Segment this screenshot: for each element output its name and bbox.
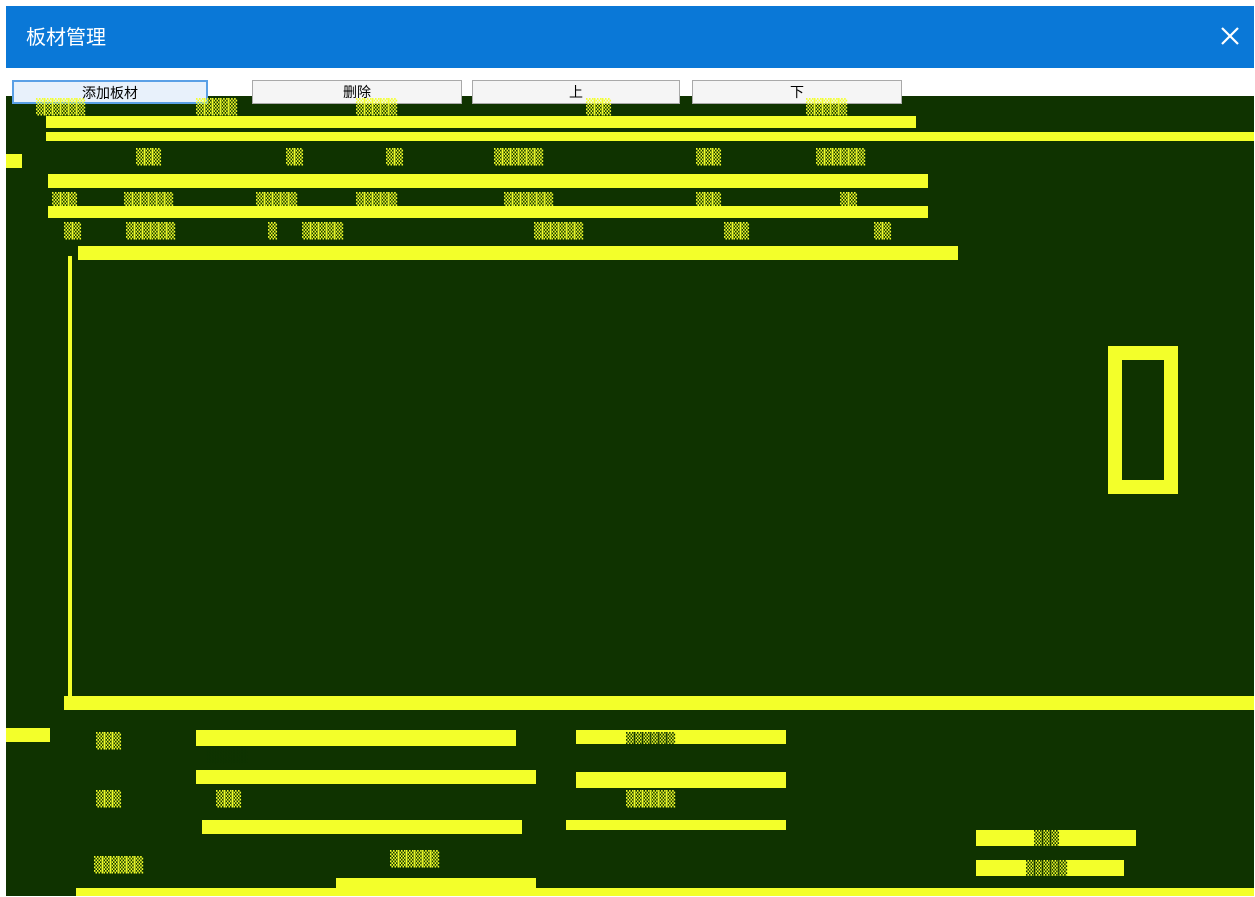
text-input[interactable] (566, 820, 786, 830)
table-header-rule (46, 132, 1254, 141)
scrollbar-left (1108, 346, 1122, 494)
row-band (78, 246, 958, 260)
field-value: ▒▒▒▒▒▒ (626, 732, 675, 750)
table-cell: ▒▒ (286, 148, 303, 166)
field-value: ▒▒▒ (216, 790, 241, 808)
header-glyph: ▒▒▒▒▒▒ (36, 98, 85, 116)
table-cell: ▒▒ (874, 222, 891, 240)
vertical-scrollbar[interactable] (1108, 346, 1178, 494)
header-glyph: ▒▒▒▒▒ (356, 98, 397, 116)
table-cell: ▒▒▒ (724, 222, 749, 240)
table-cell: ▒▒ (386, 148, 403, 166)
text-input[interactable] (196, 730, 516, 746)
board-table[interactable]: ▒▒▒▒▒▒ ▒▒▒▒▒ ▒▒▒▒▒ ▒▒▒ ▒▒▒▒▒ ▒▒▒ ▒▒ ▒▒ ▒… (6, 96, 1254, 716)
header-glyph: ▒▒▒▒▒ (196, 98, 237, 116)
edit-panel: ▒▒▒ ▒▒▒▒▒ ▒▒▒▒▒▒ ▒▒▒ ▒▒▒ ▒▒▒▒▒▒ ▒▒▒▒▒▒ ▒… (6, 710, 1254, 896)
text-input[interactable] (202, 820, 522, 834)
table-header-band (46, 116, 916, 128)
close-icon (1221, 27, 1239, 45)
panel-bottom-rule (76, 888, 1254, 896)
ok-button-label: ▒▒▒ (1034, 830, 1059, 848)
table-cell: ▒▒ (64, 222, 81, 240)
table-cell: ▒ (268, 222, 277, 240)
field-label: ▒▒▒ (96, 732, 121, 750)
text-input[interactable] (576, 772, 786, 788)
text-input[interactable] (576, 730, 786, 744)
table-cell: ▒▒▒▒▒ (302, 222, 343, 240)
scrollbar-bottom (1108, 480, 1178, 494)
row-band (48, 174, 928, 188)
header-glyph: ▒▒▒ (586, 98, 611, 116)
header-glyph: ▒▒▒▒▒ (806, 98, 847, 116)
board-management-dialog: 板材管理 添加板材 删除 上 下 ▒▒▒▒▒▒ ▒▒▒▒▒ ▒▒▒▒▒ ▒▒▒ … (6, 6, 1254, 896)
cancel-button-label: ▒▒▒▒▒ (1026, 860, 1067, 878)
toolbar: 添加板材 删除 上 下 (6, 68, 1254, 104)
row-band (48, 206, 928, 218)
text-input[interactable] (196, 770, 536, 784)
table-cell: ▒▒▒ (696, 148, 721, 166)
table-cell: ▒▒▒▒▒▒ (126, 222, 175, 240)
table-cell: ▒▒▒▒▒▒ (494, 148, 543, 166)
close-button[interactable] (1214, 20, 1246, 52)
table-left-rule (68, 256, 72, 706)
field-value: ▒▒▒▒▒▒ (390, 850, 439, 868)
table-cell: ▒▒▒▒▒▒ (816, 148, 865, 166)
table-cell: ▒▒▒▒▒▒ (534, 222, 583, 240)
field-label: ▒▒▒ (96, 790, 121, 808)
scrollbar-right (1164, 346, 1178, 494)
table-cell: ▒▒▒ (136, 148, 161, 166)
title-bar[interactable]: 板材管理 (6, 6, 1254, 68)
field-value: ▒▒▒▒▒ (206, 746, 247, 764)
table-footer-rule (64, 696, 1254, 710)
dialog-title: 板材管理 (26, 25, 106, 49)
field-value: ▒▒▒▒▒▒ (626, 790, 675, 808)
panel-marker (6, 728, 50, 742)
field-label: ▒▒▒▒▒▒ (94, 856, 143, 874)
table-marker (6, 154, 22, 168)
